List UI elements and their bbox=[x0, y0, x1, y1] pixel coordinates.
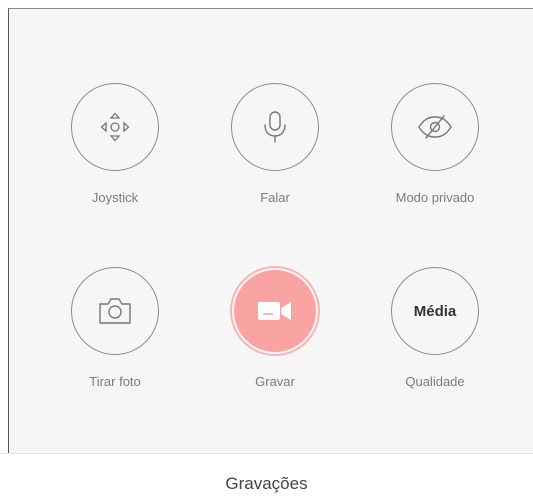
talk-control[interactable]: Falar bbox=[205, 83, 345, 213]
video-camera-icon bbox=[258, 302, 291, 320]
photo-control[interactable]: Tirar foto bbox=[45, 267, 185, 397]
app-frame: Joystick Falar Modo privado Tirar foto G… bbox=[0, 0, 533, 503]
record-label: Gravar bbox=[255, 374, 295, 389]
privacy-label: Modo privado bbox=[395, 190, 475, 205]
quality-value: Média bbox=[413, 302, 457, 320]
eye-slash-icon bbox=[418, 115, 452, 139]
joystick-icon bbox=[100, 112, 130, 142]
joystick-button[interactable] bbox=[71, 83, 159, 171]
quality-button[interactable]: Média bbox=[391, 267, 479, 355]
quality-label: Qualidade bbox=[405, 374, 465, 389]
recordings-tab[interactable]: Gravações bbox=[0, 453, 533, 503]
record-button[interactable] bbox=[232, 268, 318, 354]
joystick-control[interactable]: Joystick bbox=[45, 83, 185, 213]
photo-label: Tirar foto bbox=[89, 374, 141, 389]
joystick-label: Joystick bbox=[91, 190, 139, 205]
camera-icon bbox=[99, 298, 131, 324]
quality-control[interactable]: Média Qualidade bbox=[365, 267, 505, 397]
privacy-control[interactable]: Modo privado bbox=[365, 83, 505, 213]
talk-button[interactable] bbox=[231, 83, 319, 171]
record-control[interactable]: Gravar bbox=[205, 267, 345, 397]
camera-controls-panel: Joystick Falar Modo privado Tirar foto G… bbox=[8, 8, 533, 453]
photo-button[interactable] bbox=[71, 267, 159, 355]
recordings-label: Gravações bbox=[225, 473, 308, 493]
microphone-icon bbox=[264, 111, 286, 143]
talk-label: Falar bbox=[260, 190, 290, 205]
privacy-button[interactable] bbox=[391, 83, 479, 171]
